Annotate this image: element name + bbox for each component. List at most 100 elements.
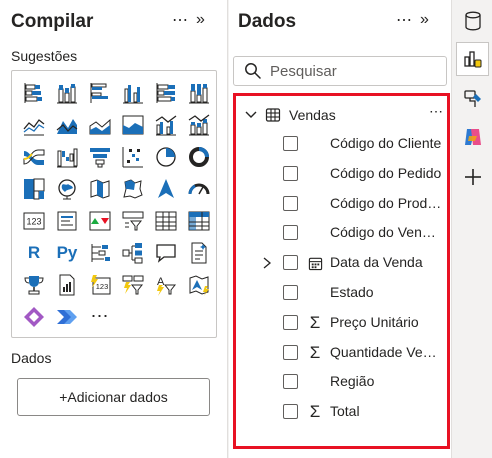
visual-table-button[interactable] [150, 205, 182, 236]
visual-new-card-button[interactable]: 123 [84, 269, 116, 300]
search-box[interactable] [233, 56, 447, 86]
field-checkbox[interactable] [283, 314, 298, 330]
fields-list-highlight: Vendas ⋯ Código do Cliente Código do Pedi… [233, 93, 450, 449]
visual-key-influencers-button[interactable] [84, 237, 116, 268]
copilot-toggle[interactable] [456, 120, 489, 154]
trophy-icon [22, 273, 46, 297]
field-checkbox[interactable] [283, 285, 298, 300]
data-pane-toggle[interactable] [456, 4, 489, 38]
filled-map-icon [88, 177, 112, 201]
field-checkbox[interactable] [283, 255, 298, 271]
field-row[interactable]: Região [236, 369, 447, 395]
visual-clustered-bar-chart-button[interactable] [84, 77, 116, 108]
field-checkbox[interactable] [283, 136, 298, 151]
field-checkbox[interactable] [283, 344, 298, 360]
multi-row-card-icon [55, 209, 79, 233]
kpi-icon [88, 209, 112, 233]
field-checkbox[interactable] [283, 225, 298, 241]
build-more-button[interactable]: ⋯ [172, 10, 188, 30]
visual-button-slicer-button[interactable] [117, 269, 149, 300]
visual-matrix-button[interactable] [183, 205, 215, 236]
field-row[interactable]: Σ Preço Unitário [236, 310, 447, 336]
line-clustered-column-chart-icon [154, 113, 178, 137]
slicer-icon [121, 209, 145, 233]
build-collapse-button[interactable]: » [196, 11, 205, 29]
visual-kpi-button[interactable] [84, 205, 116, 236]
visual-r-visual-button[interactable]: R [18, 237, 50, 268]
new-card-icon: 123 [88, 273, 112, 297]
visual-multi-row-card-button[interactable] [51, 205, 83, 236]
visual-python-visual-button[interactable]: Py [51, 237, 83, 268]
visual-100-stacked-column-chart-button[interactable] [183, 77, 215, 108]
visual-gauge-button[interactable] [183, 173, 215, 204]
field-checkbox[interactable] [283, 195, 298, 211]
visual-clustered-column-chart-button[interactable] [117, 77, 149, 108]
sigma-icon: Σ [309, 402, 321, 422]
field-checkbox[interactable] [283, 404, 298, 420]
visual-stacked-column-chart-button[interactable] [51, 77, 83, 108]
field-checkbox[interactable] [283, 165, 298, 181]
100-stacked-column-chart-icon [187, 81, 211, 105]
visual-pie-chart-button[interactable] [150, 141, 182, 172]
visual-text-slicer-button[interactable]: A [150, 269, 182, 300]
add-pane-toggle[interactable] [456, 160, 489, 194]
visual-decomposition-tree-button[interactable] [117, 237, 149, 268]
visual-shape-map-button[interactable] [117, 173, 149, 204]
visual-donut-chart-button[interactable] [183, 141, 215, 172]
chevron-down-icon[interactable] [243, 107, 259, 123]
data-more-button[interactable]: ⋯ [396, 10, 412, 30]
clustered-column-chart-icon [121, 81, 145, 105]
visual-line-chart-button[interactable] [18, 109, 50, 140]
field-row[interactable]: Σ Quantidade Vendida [236, 340, 447, 366]
visual-azure-map-visual-button[interactable] [183, 269, 215, 300]
field-row[interactable]: Código do Cliente [236, 131, 447, 157]
visual-line-stacked-column-chart-button[interactable] [183, 109, 215, 140]
build-pane-toggle[interactable] [456, 42, 489, 76]
table-vendas[interactable]: Vendas ⋯ [243, 103, 443, 127]
field-row[interactable]: Código do Vendedor [236, 220, 447, 246]
visual-100-stacked-bar-chart-button[interactable] [150, 77, 182, 108]
visual-scatter-chart-button[interactable] [117, 141, 149, 172]
visual-funnel-chart-button[interactable] [84, 141, 116, 172]
visual-card-button[interactable]: 123 [18, 205, 50, 236]
visual-gallery: 123 R Py 123 A ⋯ [11, 70, 217, 338]
data-collapse-button[interactable]: » [420, 11, 429, 29]
field-row[interactable]: Estado [236, 280, 447, 306]
visual-azure-map-button[interactable] [150, 173, 182, 204]
field-checkbox[interactable] [283, 374, 298, 390]
visual-power-apps-button[interactable] [18, 301, 50, 332]
table-icon [265, 108, 281, 122]
visual-slicer-button[interactable] [117, 205, 149, 236]
visual-filled-map-button[interactable] [84, 173, 116, 204]
globe-map-icon [55, 177, 79, 201]
field-row[interactable]: Σ Total [236, 399, 447, 425]
visual-qna-button[interactable] [150, 237, 182, 268]
add-data-button[interactable]: +Adicionar dados [17, 378, 210, 416]
visual-stacked-area-chart-button[interactable] [84, 109, 116, 140]
search-input[interactable] [270, 62, 440, 80]
visual-paginated-report-button[interactable] [51, 269, 83, 300]
visual-treemap-button[interactable] [18, 173, 50, 204]
field-label: Data da Venda [330, 254, 423, 271]
visual-ribbon-chart-button[interactable] [18, 141, 50, 172]
data-cylinder-icon [464, 11, 481, 31]
visual-power-automate-button[interactable] [51, 301, 83, 332]
matrix-icon [187, 209, 211, 233]
visual-globe-map-button[interactable] [51, 173, 83, 204]
table-more-button[interactable]: ⋯ [429, 103, 443, 120]
field-row[interactable]: Data da Venda [236, 250, 447, 276]
visual-line-clustered-column-chart-button[interactable] [150, 109, 182, 140]
visual-100-stacked-area-chart-button[interactable] [117, 109, 149, 140]
visual-trophy-button[interactable] [18, 269, 50, 300]
chevron-right-icon[interactable] [260, 255, 274, 271]
visual-smart-narrative-button[interactable] [183, 237, 215, 268]
visual-stacked-bar-chart-button[interactable] [18, 77, 50, 108]
visual-more-visuals-button[interactable]: ⋯ [84, 301, 116, 332]
visual-area-chart-button[interactable] [51, 109, 83, 140]
decomposition-tree-icon [121, 241, 145, 265]
field-row[interactable]: Código do Pedido [236, 161, 447, 187]
format-pane-toggle[interactable] [456, 82, 489, 116]
field-row[interactable]: Código do Produto [236, 191, 447, 217]
build-pane: Compilar ⋯ » Sugestões 123 R Py 123 A ⋯ Dados… [0, 0, 228, 458]
visual-waterfall-chart-button[interactable] [51, 141, 83, 172]
